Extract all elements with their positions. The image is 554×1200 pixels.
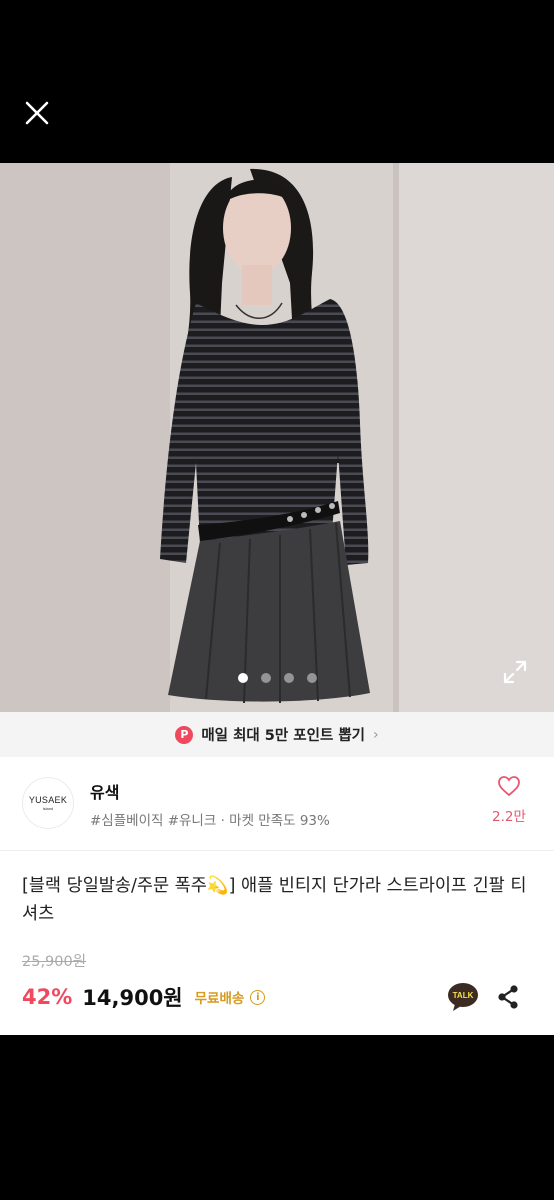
pagination-dot-2[interactable] [260, 673, 271, 683]
product-detail-screen: P 매일 최대 5만 포인트 뽑기 › YUSAEK island 유색 #심플… [0, 0, 554, 1200]
pagination-dot-4[interactable] [306, 673, 317, 683]
promo-text: 매일 최대 5만 포인트 뽑기 [201, 728, 366, 744]
gallery-pagination [0, 673, 554, 683]
chevron-right-icon: › [373, 726, 379, 743]
heart-icon [498, 776, 520, 797]
price-row: 42% 14,900원 무료배송 i [22, 982, 266, 1012]
product-image[interactable] [0, 163, 554, 712]
product-photo [0, 163, 554, 712]
store-row[interactable]: YUSAEK island 유색 #심플베이직 #유니크 · 마켓 만족도 93… [0, 757, 554, 851]
original-price: 25,900원 [22, 954, 87, 970]
kakao-talk-icon[interactable]: TALK [447, 982, 479, 1012]
free-shipping-label: 무료배송 [194, 991, 245, 1007]
close-icon[interactable] [20, 96, 54, 130]
sale-price: 14,900원 [82, 986, 183, 1010]
share-icon[interactable] [496, 984, 520, 1010]
product-info-sheet: P 매일 최대 5만 포인트 뽑기 › YUSAEK island 유색 #심플… [0, 712, 554, 1035]
point-promo-banner[interactable]: P 매일 최대 5만 포인트 뽑기 › [0, 712, 554, 757]
store-name[interactable]: 유색 [90, 779, 119, 803]
product-title: [블랙 당일발송/주문 폭주💫] 애플 빈티지 단가라 스트라이프 긴팔 티셔츠 [22, 876, 527, 924]
store-logo-text: YUSAEK [28, 795, 68, 805]
point-icon: P [175, 725, 194, 744]
info-icon[interactable]: i [250, 989, 266, 1005]
talk-label: TALK [453, 991, 474, 1000]
like-count: 2.2만 [492, 809, 526, 825]
pagination-dot-1[interactable] [237, 673, 248, 683]
store-tags: #심플베이직 #유니크 · 마켓 만족도 93% [90, 813, 330, 829]
discount-rate: 42% [22, 985, 73, 1009]
store-logo[interactable]: YUSAEK island [22, 777, 74, 829]
store-logo-subtext: island [42, 806, 54, 811]
like-button[interactable]: 2.2만 [488, 775, 530, 825]
pagination-dot-3[interactable] [283, 673, 294, 683]
